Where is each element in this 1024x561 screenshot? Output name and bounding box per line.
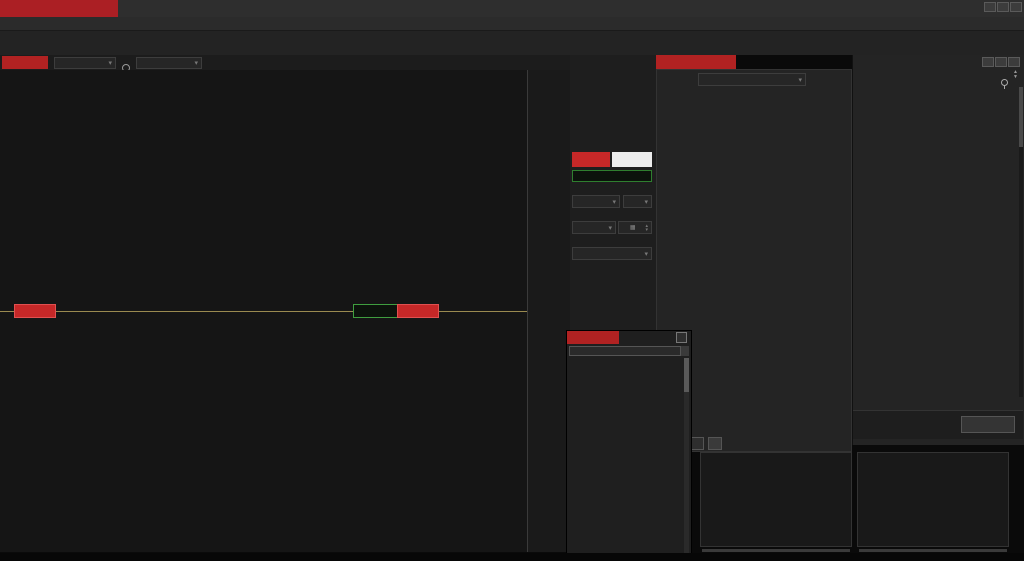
databox-scroll-up-icon[interactable]: [681, 346, 689, 356]
run-button[interactable]: [961, 416, 1015, 433]
ct-instrument-select[interactable]: ▾: [572, 195, 620, 208]
tab-databox[interactable]: [567, 331, 619, 344]
tif-select[interactable]: ▾: [623, 195, 652, 208]
display-select[interactable]: ▾: [698, 73, 806, 86]
qty-grid-icon[interactable]: ▦: [630, 224, 636, 231]
chart-interval-select[interactable]: ▾: [136, 57, 202, 69]
chart-order-pnl-box: [353, 304, 398, 318]
settings-close-button[interactable]: [1008, 57, 1020, 67]
order-quantity-display[interactable]: [572, 152, 610, 167]
qty-spinner-icon[interactable]: ▴ ▾: [645, 223, 648, 232]
fx-tile-audusd: [700, 452, 852, 547]
settings-scroll-arrows-icon[interactable]: ▲ ▼: [1013, 70, 1018, 80]
order-qty-stepper[interactable]: ▦ ▴ ▾: [618, 221, 652, 234]
window-restore-button[interactable]: [997, 2, 1009, 12]
chart-tab-bar: ▾ ▾: [0, 55, 572, 72]
databox-scrollbar[interactable]: [684, 358, 689, 558]
run-bar: [853, 410, 1023, 439]
settings-minimize-button[interactable]: [982, 57, 994, 67]
databox-close-button[interactable]: [676, 332, 687, 343]
fx-scrollbar-left[interactable]: [702, 549, 850, 552]
fx-tile-eurchf: [857, 452, 1009, 547]
menu-bar: [0, 0, 1024, 18]
chart-order-qty-left[interactable]: [14, 304, 56, 318]
settings-restore-button[interactable]: [995, 57, 1007, 67]
account-select[interactable]: ▾: [572, 221, 616, 234]
settings-panel: ▲ ▼: [852, 55, 1024, 445]
orders-header-row: [0, 17, 1024, 31]
atm-strategy-select[interactable]: ▾: [572, 247, 652, 260]
order-price-display[interactable]: [612, 152, 652, 167]
settings-scrollbar[interactable]: [1019, 87, 1023, 397]
ninjatrader-logo: [0, 0, 118, 17]
databox-week-row: [569, 346, 681, 356]
chart-instrument-select[interactable]: ▾: [54, 57, 116, 69]
tab-strategy-analyzer[interactable]: [656, 55, 736, 69]
databox-window: [566, 330, 692, 561]
orders-grid: [0, 17, 1024, 55]
chart-price-line: [0, 311, 527, 312]
chart-order-qty-box[interactable]: [397, 304, 439, 318]
window-close-button[interactable]: [1010, 2, 1022, 12]
taskbar-strip: [0, 553, 1024, 561]
window-minimize-button[interactable]: [984, 2, 996, 12]
pin-icon[interactable]: [1001, 79, 1008, 89]
unrealized-pnl-display: [572, 170, 652, 182]
analyzer-add-tab-button[interactable]: [708, 437, 722, 450]
fx-scrollbar-right[interactable]: [859, 549, 1007, 552]
chart-trader-panel: ▾ ▾ ▾ ▦ ▴ ▾ ▾: [570, 55, 656, 330]
ninjatrader-desktop: { "colors":{"accent_red":"#b12222","sell…: [0, 0, 1024, 561]
tab-chart[interactable]: [2, 56, 48, 69]
